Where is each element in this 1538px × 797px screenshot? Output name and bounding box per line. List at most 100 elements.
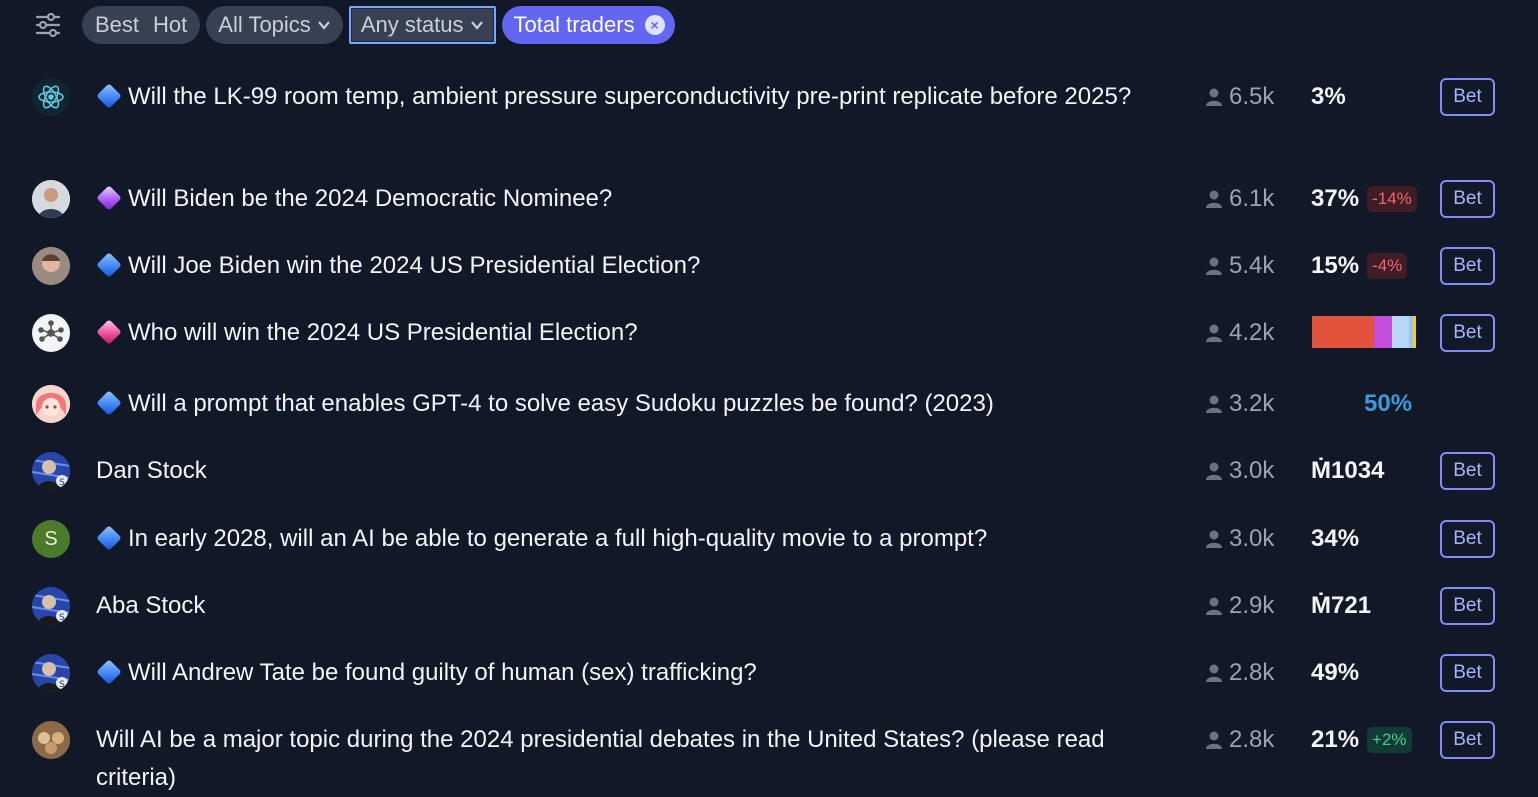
market-title-text: Will Andrew Tate be found guilty of huma… [128, 659, 757, 686]
traders-value: 3.0k [1229, 457, 1275, 484]
market-title[interactable]: Aba Stock [96, 587, 1136, 625]
status-label: Any status [360, 12, 464, 37]
traders-count: 2.8k [1205, 654, 1285, 692]
market-title[interactable]: Will Andrew Tate be found guilty of huma… [96, 654, 1136, 692]
probability: 21% +2% [1311, 721, 1412, 759]
diamond-icon [96, 83, 122, 109]
stock-price: Ṁ1034 [1311, 452, 1384, 490]
traders-count: 3.2k [1205, 385, 1285, 423]
market-title[interactable]: Will AI be a major topic during the 2024… [96, 721, 1136, 797]
svg-text:S: S [59, 680, 65, 690]
svg-text:S: S [59, 478, 65, 488]
avatar: S [32, 654, 70, 692]
bet-button[interactable]: Bet [1440, 520, 1495, 558]
avatar [32, 721, 70, 759]
person-icon [1206, 324, 1222, 342]
bet-button[interactable]: Bet [1440, 721, 1495, 759]
person-icon [1206, 664, 1222, 682]
person-icon [1206, 190, 1222, 208]
stock-price-value: Ṁ1034 [1311, 457, 1385, 484]
market-title-text: Will Joe Biden win the 2024 US President… [128, 252, 701, 279]
avatar: S [32, 452, 70, 490]
chevron-down-icon [470, 21, 483, 30]
probability-value: 15% [1311, 252, 1360, 279]
traders-count: 5.4k [1205, 247, 1285, 285]
network-icon [32, 314, 70, 352]
avatar: S [32, 520, 70, 558]
delta-badge: +2% [1367, 727, 1412, 753]
avatar: S [32, 587, 70, 625]
market-title[interactable]: Will a prompt that enables GPT-4 to solv… [96, 385, 1136, 423]
stock-price: Ṁ721 [1311, 587, 1371, 625]
sliders-icon[interactable] [30, 7, 66, 43]
probability: 15% -4% [1311, 247, 1408, 285]
outcome-segment [1392, 316, 1409, 348]
traders-value: 6.5k [1229, 83, 1275, 110]
close-icon[interactable]: × [644, 15, 665, 35]
market-title[interactable]: Will Joe Biden win the 2024 US President… [96, 247, 1136, 285]
diamond-icon [96, 185, 122, 211]
bet-button[interactable]: Bet [1440, 654, 1495, 692]
bet-button[interactable]: Bet [1440, 452, 1495, 490]
traders-count: 3.0k [1205, 520, 1285, 558]
market-title-text: Will a prompt that enables GPT-4 to solv… [128, 390, 994, 417]
probability: 50% [1364, 385, 1412, 423]
sort-best[interactable]: Best [88, 6, 146, 44]
traders-value: 4.2k [1229, 319, 1275, 346]
outcome-segment [1412, 316, 1416, 348]
person-icon [1206, 530, 1222, 548]
bet-button[interactable]: Bet [1440, 78, 1495, 116]
diamond-icon [96, 659, 122, 685]
avatar [32, 247, 70, 285]
multi-outcome-bar [1312, 316, 1416, 348]
diamond-icon [96, 525, 122, 551]
probability: 49% [1311, 654, 1359, 692]
market-title-text: Will the LK-99 room temp, ambient pressu… [128, 83, 1132, 110]
probability-value: 21% [1311, 726, 1360, 753]
market-title[interactable]: Who will win the 2024 US Presidential El… [96, 314, 1136, 352]
person-icon [1206, 257, 1222, 275]
svg-text:S: S [59, 613, 65, 623]
stock-price-value: Ṁ721 [1311, 592, 1372, 619]
probability: 34% [1311, 520, 1359, 558]
person-icon [1206, 88, 1222, 106]
status-dropdown[interactable]: Any status [348, 6, 496, 44]
market-title-text: Aba Stock [96, 592, 206, 619]
market-title[interactable]: In early 2028, will an AI be able to gen… [96, 520, 1136, 558]
total-traders-filter[interactable]: Total traders × [501, 6, 675, 44]
market-title[interactable]: Will the LK-99 room temp, ambient pressu… [96, 78, 1136, 116]
bet-button[interactable]: Bet [1440, 587, 1495, 625]
bet-button[interactable]: Bet [1440, 180, 1495, 218]
anime-avatar [32, 385, 70, 423]
probability-value: 37% [1311, 185, 1360, 212]
market-title-text: Will AI be a major topic during the 2024… [96, 726, 1105, 791]
probability: 37% -14% [1311, 180, 1417, 218]
traders-count: 3.0k [1205, 452, 1285, 490]
person-icon [1206, 395, 1222, 413]
diamond-icon [96, 319, 122, 345]
market-title[interactable]: Dan Stock [96, 452, 1136, 490]
traders-value: 3.2k [1229, 390, 1275, 417]
market-title[interactable]: Will Biden be the 2024 Democratic Nomine… [96, 180, 1136, 218]
diamond-icon [96, 390, 122, 416]
market-title-text: Who will win the 2024 US Presidential El… [128, 319, 638, 346]
sort-toggle: Best Hot [82, 6, 201, 44]
sort-hot[interactable]: Hot [146, 6, 194, 44]
probability-value: 3% [1311, 83, 1346, 110]
traders-value: 2.9k [1229, 592, 1275, 619]
person-icon [1206, 597, 1222, 615]
total-traders-label: Total traders [513, 12, 635, 37]
bet-button[interactable]: Bet [1440, 314, 1495, 352]
traders-value: 3.0k [1229, 525, 1275, 552]
topics-dropdown[interactable]: All Topics [206, 6, 343, 44]
diamond-icon [96, 252, 122, 278]
market-title-text: Dan Stock [96, 457, 207, 484]
delta-badge: -14% [1367, 186, 1417, 212]
bet-button[interactable]: Bet [1440, 247, 1495, 285]
person-icon [1206, 462, 1222, 480]
market-title-text: Will Biden be the 2024 Democratic Nomine… [128, 185, 613, 212]
delta-badge: -4% [1367, 253, 1408, 279]
traders-count: 6.1k [1205, 180, 1285, 218]
probability-value: 50% [1364, 390, 1413, 417]
avatar [32, 180, 70, 218]
